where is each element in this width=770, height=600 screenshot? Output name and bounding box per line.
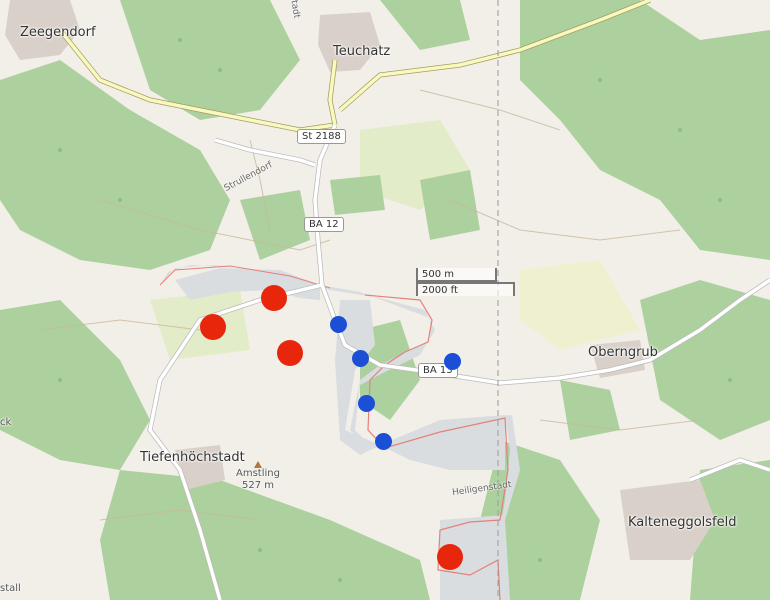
peak-amstling: Amstling 527 m [236, 461, 280, 492]
marker-blue[interactable] [358, 395, 375, 412]
place-edge-stall: stall [0, 583, 21, 594]
peak-icon [253, 461, 262, 468]
place-edge-ck: ck [0, 417, 12, 428]
scale-metric: 500 m [416, 268, 497, 282]
marker-red[interactable] [437, 544, 463, 570]
marker-red[interactable] [200, 314, 226, 340]
place-zeegendorf: Zeegendorf [20, 25, 96, 40]
scale-imperial: 2000 ft [416, 282, 515, 296]
marker-red[interactable] [261, 285, 287, 311]
scale-bar: 500 m 2000 ft [416, 268, 516, 296]
road-label-ba12: BA 12 [304, 217, 344, 232]
place-teuchatz: Teuchatz [333, 44, 391, 59]
place-oberngrub: Oberngrub [588, 345, 658, 360]
map-base-layer [0, 0, 770, 600]
marker-red[interactable] [277, 340, 303, 366]
peak-elevation: 527 m [241, 480, 274, 491]
place-kalteneggolsfeld: Kalteneggolsfeld [628, 515, 737, 530]
road-label-st2188: St 2188 [297, 129, 346, 144]
marker-blue[interactable] [352, 350, 369, 367]
marker-blue[interactable] [330, 316, 347, 333]
place-tiefenhochstadt: Tiefenhöchstadt [140, 450, 245, 465]
marker-blue[interactable] [444, 353, 461, 370]
peak-name: Amstling [236, 468, 280, 479]
map-canvas[interactable]: Zeegendorf Teuchatz Oberngrub Tiefenhöch… [0, 0, 770, 600]
marker-blue[interactable] [375, 433, 392, 450]
